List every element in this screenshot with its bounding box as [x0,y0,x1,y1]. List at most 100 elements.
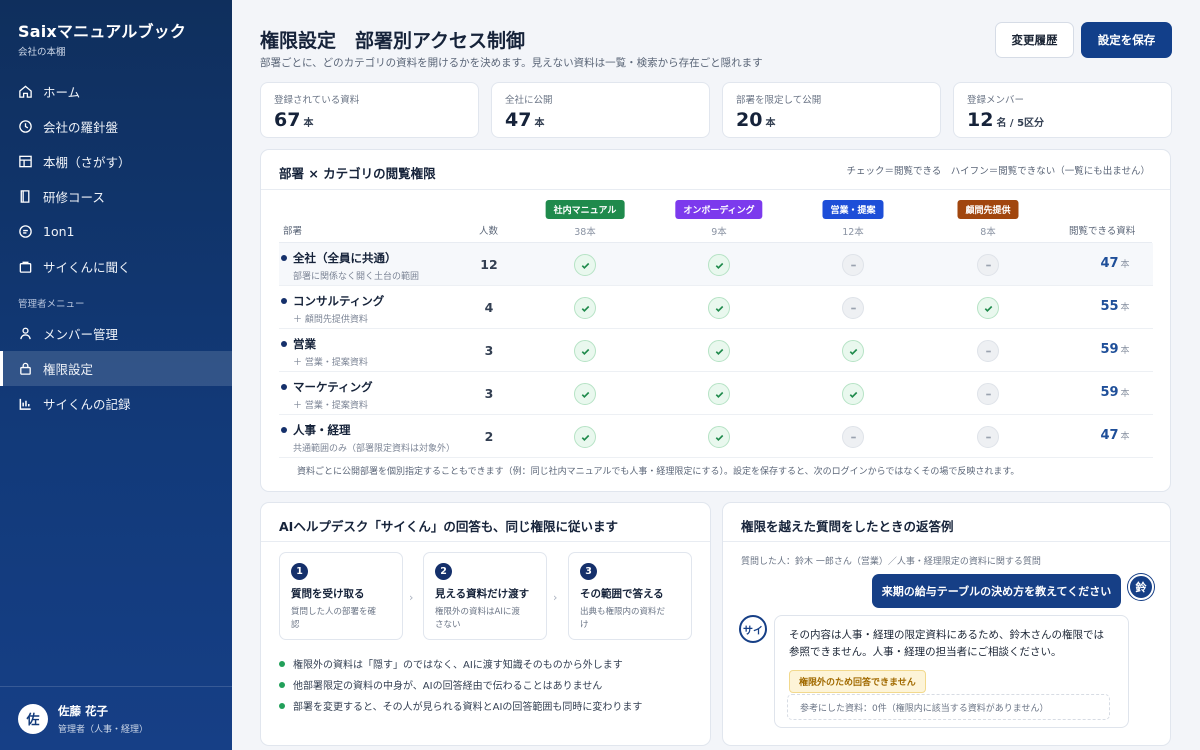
department-name: 全社（全員に共通） [293,251,397,265]
department-name: コンサルティング [293,294,385,308]
permission-check-icon[interactable] [574,297,596,319]
permission-dash-icon[interactable] [977,254,999,276]
user-question-bubble: 来期の給与テーブルの決め方を教えてください [872,574,1121,608]
permission-check-icon[interactable] [977,297,999,319]
stat-unit: 本 [534,118,545,129]
stat-value: 47 [505,109,532,131]
user-role: 管理者（人事・経理） [58,724,149,735]
department-scope: ＋ 営業・提案資料 [293,401,368,411]
clock-icon [19,120,32,133]
sidebar-item-bookshelf[interactable]: 本棚（さがす） [0,144,232,179]
ai-avatar: サイ [739,615,767,643]
ai-card-title: AIヘルプデスク「サイくん」の回答も、同じ権限に従います [279,519,618,534]
user-name: 佐藤 花子 [58,703,109,718]
access-unit: 本 [1120,389,1130,399]
step-number: 1 [291,563,308,580]
out-of-scope-badge: 権限外のため回答できません [789,669,926,693]
bar-chart-icon [19,398,31,410]
permission-check-icon[interactable] [708,383,730,405]
sidebar-item-home[interactable]: ホーム [0,74,232,109]
permission-check-icon[interactable] [708,340,730,362]
department-dot-icon [281,384,287,390]
step-title: その範囲で答える [580,588,664,600]
history-button[interactable]: 変更履歴 [995,22,1074,58]
step-description: 権限外の資料はAIに渡 [435,607,520,617]
department-dot-icon [281,255,287,261]
sidebar-item-label: 権限設定 [43,362,94,377]
category-tag-onboarding: オンボーディング [675,200,763,219]
step-filter: 2 見える資料だけ渡す 権限外の資料はAIに渡 さない [423,552,547,640]
matrix-legend: チェック＝閲覧できる ハイフン＝閲覧できない（一覧にも出ません） [846,166,1150,177]
sidebar-item-training[interactable]: 研修コース [0,179,232,214]
column-header-department: 部署 [283,226,303,237]
access-count: 47 [1100,428,1119,443]
permission-check-icon[interactable] [574,383,596,405]
permission-check-icon[interactable] [574,340,596,362]
ai-answer-text: その内容は人事・経理の限定資料にあるため、鈴木さんの権限では [789,629,1104,641]
sidebar-item-compass[interactable]: 会社の羅針盤 [0,109,232,144]
matrix-title: 部署 × カテゴリの閲覧権限 [279,166,436,181]
ai-answer-bubble: その内容は人事・経理の限定資料にあるため、鈴木さんの権限では 参照できません。人事… [774,615,1129,728]
member-count: 2 [484,429,494,444]
category-count: 8本 [980,227,996,238]
example-card-title: 権限を越えた質問をしたときの返答例 [741,519,954,534]
admin-section-label: 管理者メニュー [18,299,85,310]
access-count: 59 [1100,385,1119,400]
green-dot-icon [279,660,285,667]
stat-value: 12 [967,109,994,131]
column-header-members: 人数 [479,226,499,237]
sidebar-item-label: サイくんの記録 [43,397,131,412]
ai-policy-card: AIヘルプデスク「サイくん」の回答も、同じ権限に従います 1 質問を受け取る 質… [260,502,711,746]
stat-value: 20 [736,109,763,131]
stat-total-documents: 登録されている資料 67 本 [260,82,479,138]
example-response-card: 権限を越えた質問をしたときの返答例 質問した人：鈴木 一郎さん（営業）／人事・経… [722,502,1171,746]
department-scope: ＋ 顧問先提供資料 [293,315,368,325]
access-count: 59 [1100,342,1119,357]
sidebar-item-logs[interactable]: サイくんの記録 [0,386,232,421]
person-icon [20,327,31,340]
permission-check-icon[interactable] [574,426,596,448]
permission-check-icon[interactable] [842,383,864,405]
avatar: 佐 [18,703,48,734]
grid-icon [19,155,32,168]
brand-name[interactable]: Saixマニュアルブック [18,18,186,42]
bullet-item: 権限外の資料は「隠す」のではなく、AIに渡す知識そのものから外します [279,656,623,671]
permission-check-icon[interactable] [708,426,730,448]
department-name: 営業 [293,337,316,351]
permission-check-icon[interactable] [574,254,596,276]
sidebar-item-permissions[interactable]: 権限設定 [0,351,232,386]
category-tag-client: 顧問先提供 [957,200,1019,219]
bullet-text: 部署を変更すると、その人が見られる資料とAIの回答範囲も同時に変わります [293,702,643,713]
step-number: 3 [580,563,597,580]
category-tag-manual: 社内マニュアル [545,200,625,219]
user-profile[interactable]: 佐 佐藤 花子 管理者（人事・経理） [0,686,232,750]
access-count: 47 [1100,256,1119,271]
sidebar-item-ask-saikun[interactable]: サイくんに聞く [0,249,232,284]
department-dot-icon [281,341,287,347]
permission-dash-icon[interactable] [842,254,864,276]
permission-dash-icon[interactable] [842,297,864,319]
permission-dash-icon[interactable] [977,426,999,448]
sidebar-item-members[interactable]: メンバー管理 [0,316,232,351]
permission-dash-icon[interactable] [977,340,999,362]
permission-check-icon[interactable] [842,340,864,362]
stat-label: 登録されている資料 [274,95,360,106]
department-scope: ＋ 営業・提案資料 [293,358,368,368]
department-scope: 共通範囲のみ（部署限定資料は対象外） [293,444,456,454]
permission-check-icon[interactable] [708,254,730,276]
step-description: 出典も権限内の資料だ [580,607,666,617]
stat-unit: 名 / 5区分 [996,118,1045,129]
category-count: 9本 [711,227,727,238]
step-answer: 3 その範囲で答える 出典も権限内の資料だけ [568,552,692,640]
permission-dash-icon[interactable] [842,426,864,448]
department-name: 人事・経理 [293,423,351,437]
permission-dash-icon[interactable] [977,383,999,405]
sidebar-item-1on1[interactable]: 1on1 [0,214,232,249]
permission-check-icon[interactable] [708,297,730,319]
save-button[interactable]: 設定を保存 [1081,22,1172,58]
column-header-access: 閲覧できる資料 [1069,226,1136,237]
table-row: マーケティング ＋ 営業・提案資料 3 59 本 [279,372,1153,415]
step-description: 質問した人の部署を確 [291,607,377,617]
accessible-documents: 47 本 [1075,256,1155,271]
page-subtitle: 部署ごとに、どのカテゴリの資料を開けるかを決めます。見えない資料は一覧・検索から… [260,57,763,69]
